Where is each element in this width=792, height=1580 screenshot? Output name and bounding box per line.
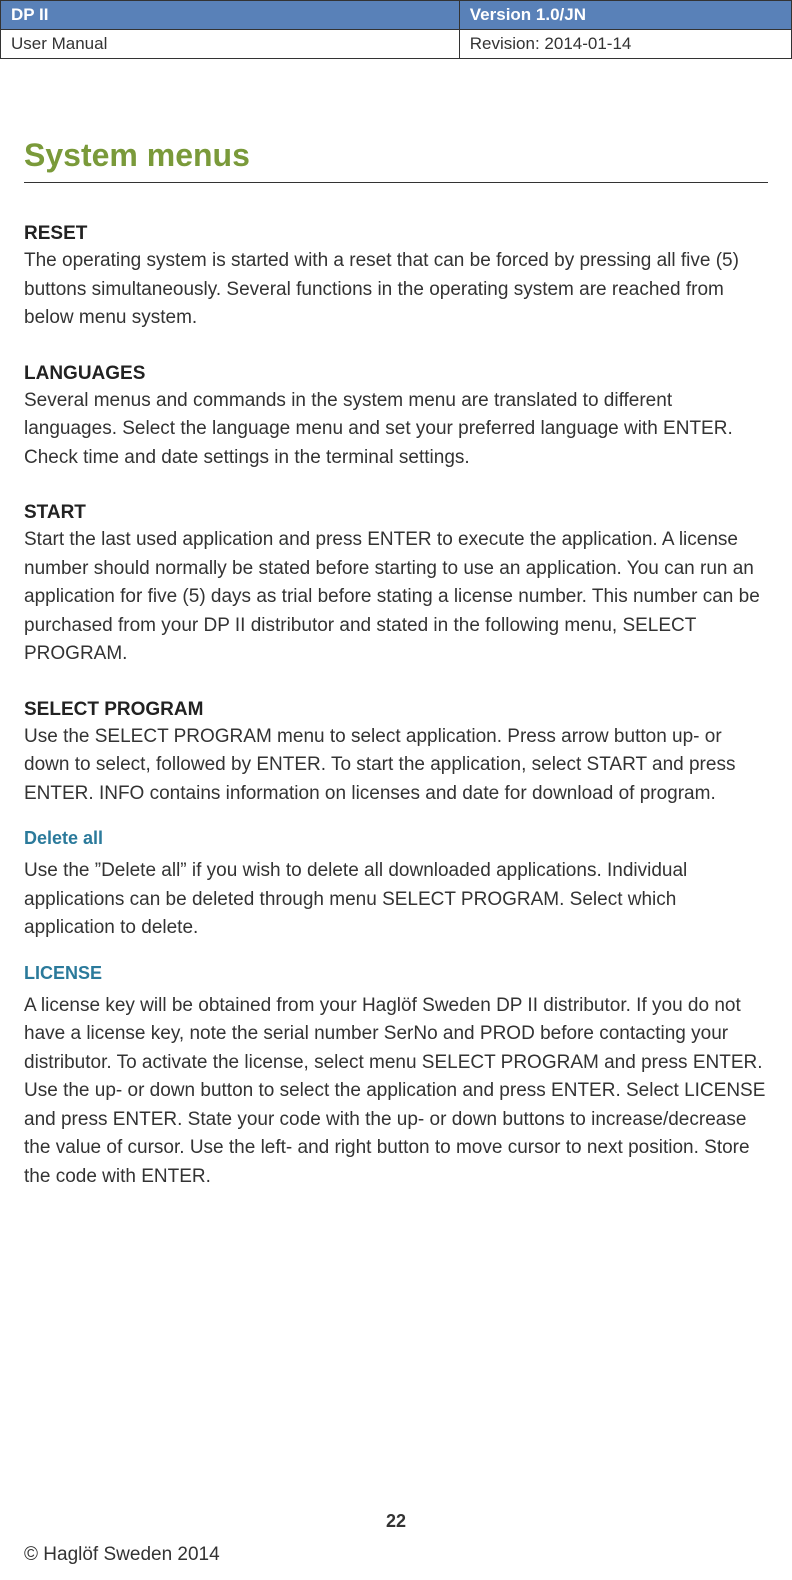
header-version: Version 1.0/JN: [459, 1, 791, 30]
title-divider: [24, 182, 768, 183]
text-license: A license key will be obtained from your…: [24, 992, 768, 1192]
heading-license: LICENSE: [24, 963, 768, 984]
text-select-program: Use the SELECT PROGRAM menu to select ap…: [24, 723, 768, 809]
document-header: DP II Version 1.0/JN User Manual Revisio…: [0, 0, 792, 59]
section-delete-all: Delete all Use the ”Delete all” if you w…: [24, 828, 768, 943]
section-languages: LANGUAGES Several menus and commands in …: [24, 363, 768, 473]
text-reset: The operating system is started with a r…: [24, 247, 768, 333]
heading-reset: RESET: [24, 223, 768, 245]
heading-select-program: SELECT PROGRAM: [24, 699, 768, 721]
heading-languages: LANGUAGES: [24, 363, 768, 385]
section-start: START Start the last used application an…: [24, 502, 768, 669]
heading-start: START: [24, 502, 768, 524]
heading-delete-all: Delete all: [24, 828, 768, 849]
text-delete-all: Use the ”Delete all” if you wish to dele…: [24, 857, 768, 943]
text-start: Start the last used application and pres…: [24, 526, 768, 669]
header-revision: Revision: 2014-01-14: [459, 30, 791, 59]
header-doc-type: User Manual: [1, 30, 460, 59]
header-product: DP II: [1, 1, 460, 30]
section-select-program: SELECT PROGRAM Use the SELECT PROGRAM me…: [24, 699, 768, 809]
page-number: 22: [0, 1511, 792, 1532]
section-reset: RESET The operating system is started wi…: [24, 223, 768, 333]
page-title: System menus: [24, 137, 768, 174]
footer-copyright: © Haglöf Sweden 2014: [24, 1544, 220, 1566]
section-license: LICENSE A license key will be obtained f…: [24, 963, 768, 1192]
text-languages: Several menus and commands in the system…: [24, 387, 768, 473]
page-content: System menus RESET The operating system …: [0, 59, 792, 1191]
